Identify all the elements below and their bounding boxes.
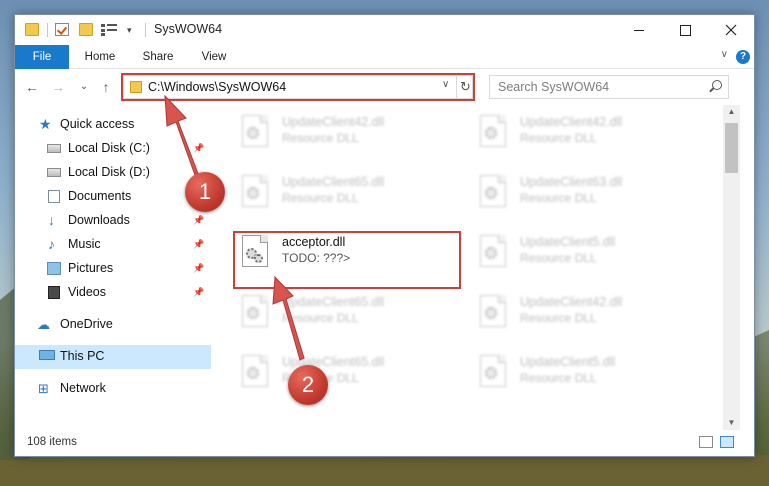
step-1-badge: 1	[185, 172, 225, 212]
annotation-arrows	[164, 94, 305, 361]
step-2-badge: 2	[288, 365, 328, 405]
